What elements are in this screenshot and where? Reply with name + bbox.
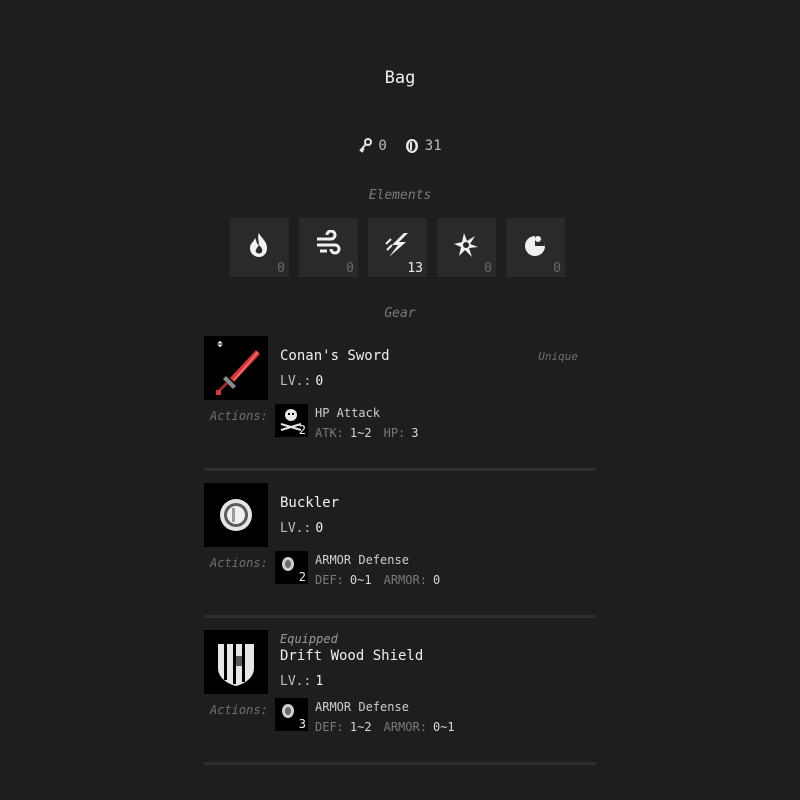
element-tile-water[interactable]: 0 [506,218,565,277]
level-value: 0 [315,374,324,389]
lightning-element-icon [385,233,408,257]
equipped-tag: Equipped [280,632,338,646]
element-count: 0 [484,261,492,276]
rarity-label: Unique [538,350,578,363]
gear-item-drift-wood-shield[interactable]: Equipped Drift Wood Shield LV.: 1 Actions… [204,630,596,765]
currency-bar: 0 31 [0,138,800,154]
fire-element-icon [250,233,267,257]
gear-list: Conan's Sword Unique LV.: 0 Actions: 2 HP… [204,336,596,765]
element-count: 0 [553,261,561,276]
elements-row: 0 0 13 0 0 [230,218,565,277]
action-stats: ATK: 1~2 HP: 3 [315,426,419,440]
water-element-icon [525,236,545,256]
gear-name: Conan's Sword [280,348,390,364]
element-tile-wind[interactable]: 0 [299,218,358,277]
key-icon [359,138,373,153]
armor-defense-icon[interactable]: 3 [275,698,308,731]
gear-heading: Gear [384,306,416,321]
buckler-icon [204,483,268,547]
gear-name: Drift Wood Shield [280,648,424,664]
level-value: 1 [315,674,324,689]
coins-counter: 31 [405,138,442,154]
element-tile-fire[interactable]: 0 [230,218,289,277]
stat-armor: ARMOR: 0 [383,573,441,587]
coins-count: 31 [424,138,442,154]
wind-element-icon [317,230,341,255]
action-count: 3 [298,717,306,731]
skull-attack-icon[interactable]: 2 [275,404,308,437]
keys-count: 0 [378,138,387,154]
level-label: LV.: [280,674,312,689]
element-count: 13 [407,261,423,276]
element-count: 0 [346,261,354,276]
action-stats: DEF: 0~1 ARMOR: 0 [315,573,440,587]
level-label: LV.: [280,374,312,389]
coin-icon [405,139,418,153]
action-count: 2 [298,423,306,437]
gear-level: LV.: 1 [280,674,323,689]
page-title: Bag [384,68,416,88]
action-name: HP Attack [315,406,381,420]
stat-atk: ATK: 1~2 [315,426,372,440]
actions-label: Actions: [210,703,268,717]
level-label: LV.: [280,521,312,536]
level-value: 0 [315,521,324,536]
gear-name: Buckler [280,495,340,511]
action-name: ARMOR Defense [315,553,409,567]
element-count: 0 [277,261,285,276]
stat-def: DEF: 0~1 [315,573,372,587]
gear-level: LV.: 0 [280,521,323,536]
earth-element-icon [454,233,478,257]
armor-defense-icon[interactable]: 2 [275,551,308,584]
action-name: ARMOR Defense [315,700,409,714]
actions-label: Actions: [210,409,268,423]
action-count: 2 [298,570,306,584]
elements-heading: Elements [368,188,432,203]
action-stats: DEF: 1~2 ARMOR: 0~1 [315,720,455,734]
sword-icon [204,336,268,400]
stat-armor: ARMOR: 0~1 [383,720,455,734]
element-tile-lightning[interactable]: 13 [368,218,427,277]
keys-counter: 0 [358,138,387,154]
gear-item-buckler[interactable]: Buckler LV.: 0 Actions: 2 ARMOR Defense D… [204,483,596,618]
gear-level: LV.: 0 [280,374,323,389]
actions-label: Actions: [210,556,268,570]
stat-def: DEF: 1~2 [315,720,372,734]
drift-wood-shield-icon [204,630,268,694]
element-tile-earth[interactable]: 0 [437,218,496,277]
gear-item-conans-sword[interactable]: Conan's Sword Unique LV.: 0 Actions: 2 HP… [204,336,596,471]
stat-hp: HP: 3 [383,426,419,440]
